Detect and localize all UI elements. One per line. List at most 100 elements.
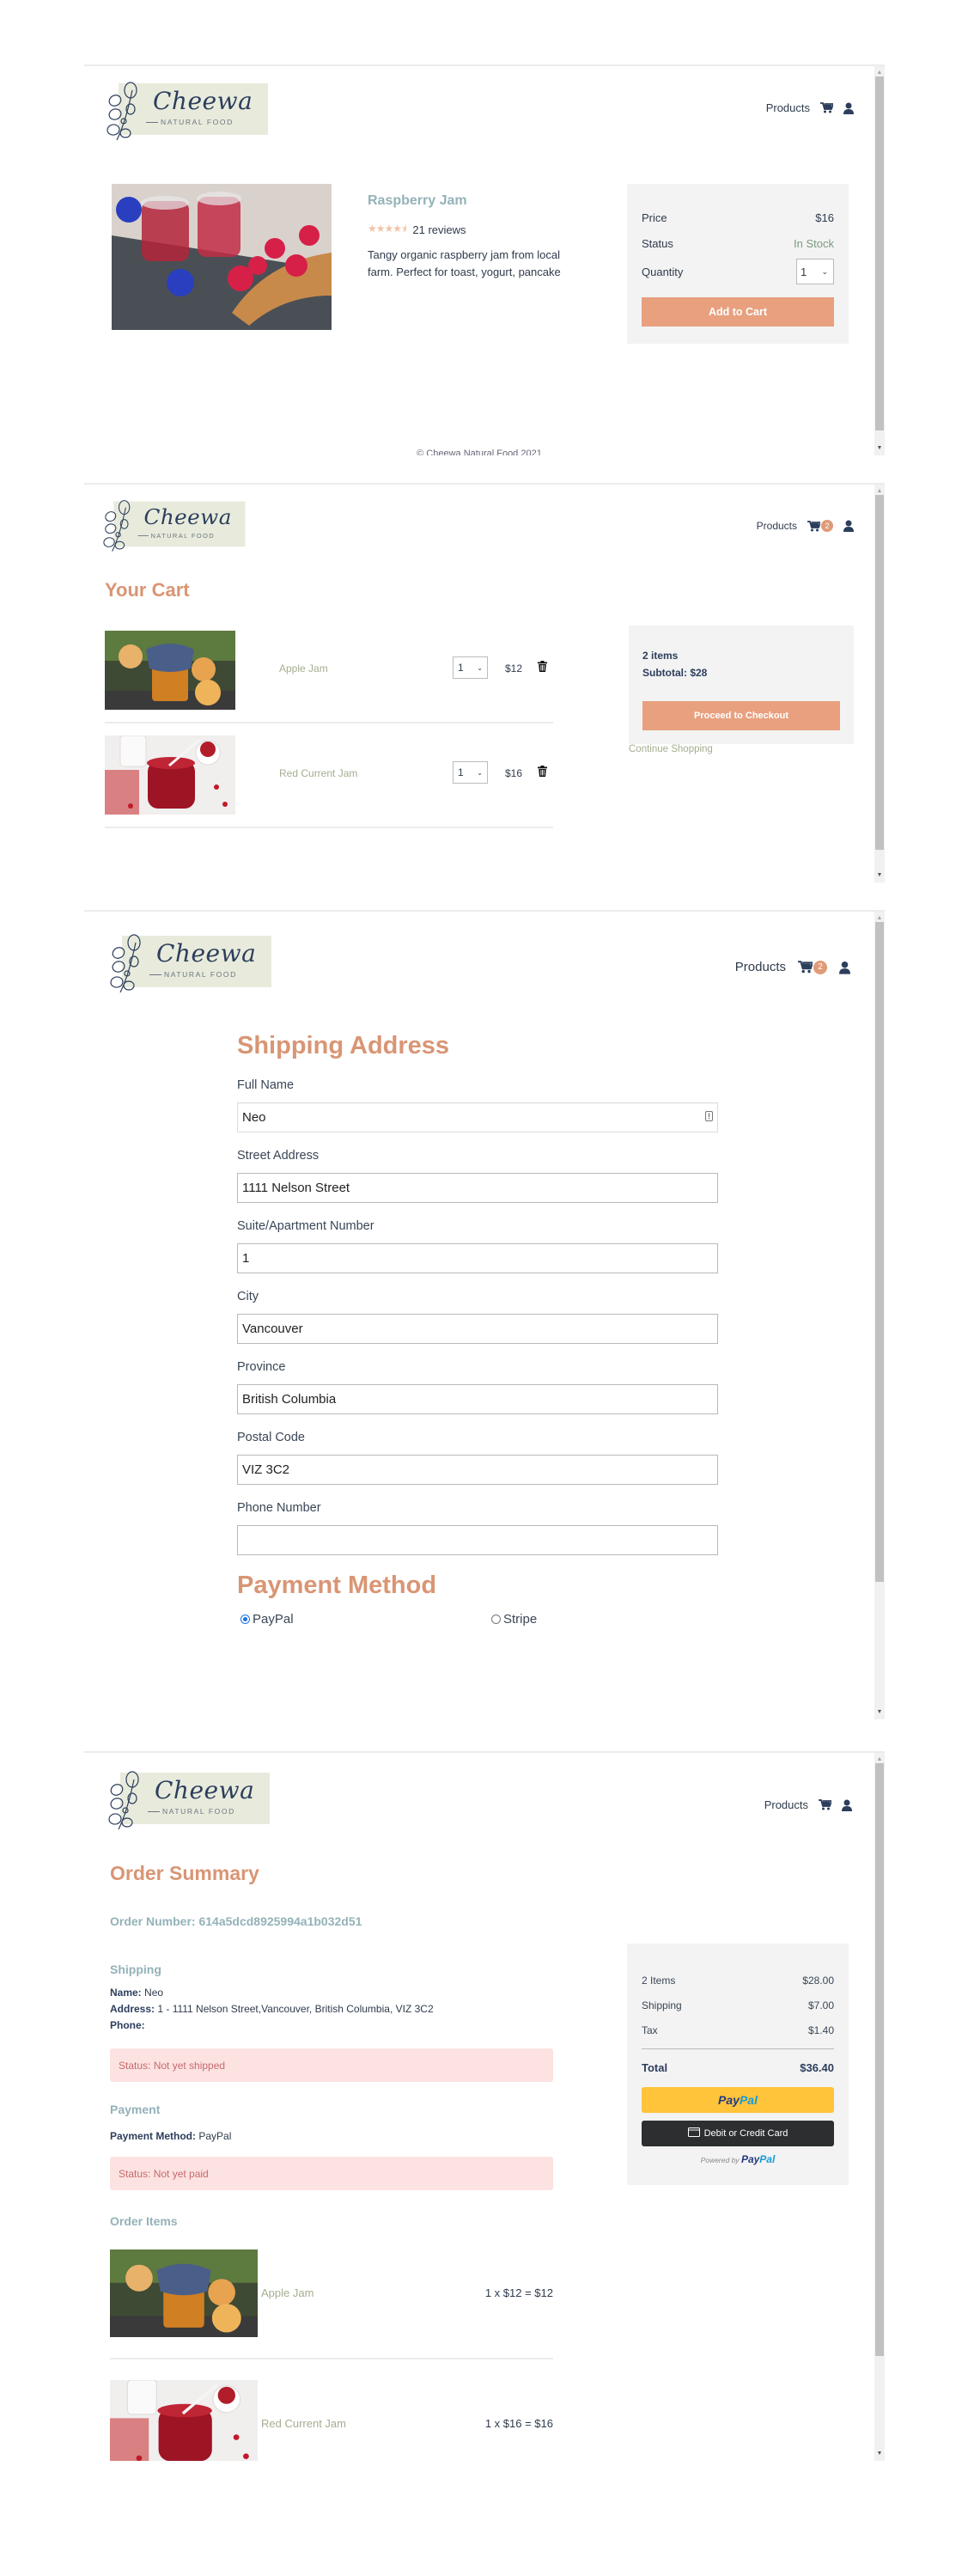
site-logo[interactable]: Cheewa NATURAL FOOD [108, 1769, 271, 1833]
nav-products-link[interactable]: Products [757, 520, 797, 532]
cart-item-price: $12 [505, 662, 523, 675]
order-item: Red Current Jam 1 x $16 = $16 [110, 2370, 553, 2461]
cart-icon[interactable]: 2 [807, 520, 833, 532]
continue-shopping-link[interactable]: Continue Shopping [629, 744, 713, 754]
province-value: British Columbia [242, 1392, 337, 1407]
scroll-down-arrow-icon[interactable]: ▼ [874, 1707, 885, 1718]
tax-value: $1.40 [807, 2024, 834, 2036]
site-logo[interactable]: Cheewa NATURAL FOOD [110, 932, 273, 996]
full-name-value: Neo [242, 1110, 266, 1125]
street-address-value: 1111 Nelson Street [242, 1181, 350, 1195]
product-rating: ★★★★⯨ 21 reviews [368, 221, 582, 239]
stripe-radio[interactable]: Stripe [491, 1612, 537, 1627]
cart-item: Red Current Jam 1 ⌄ $16 [105, 723, 553, 828]
shipping-cost-value: $7.00 [807, 1999, 834, 2011]
quantity-select[interactable]: 1 ⌄ [796, 259, 834, 284]
product-title: Raspberry Jam [368, 193, 467, 208]
brand-tagline: NATURAL FOOD [137, 532, 215, 540]
cart-summary-box: 2 items Subtotal: $28 Proceed to Checkou… [629, 626, 854, 744]
street-address-input[interactable]: 1111 Nelson Street [237, 1173, 718, 1203]
credit-card-icon [687, 2127, 700, 2140]
scrollbar-thumb[interactable] [875, 1763, 884, 2356]
scrollbar-thumb[interactable] [875, 495, 884, 850]
powered-by-paypal: Powered by PayPal [642, 2153, 834, 2165]
autofill-contact-icon[interactable] [705, 1110, 713, 1125]
scrollbar[interactable]: ▲ ▼ [874, 1753, 885, 2461]
scrollbar-thumb[interactable] [875, 922, 884, 1582]
user-icon[interactable] [843, 102, 854, 114]
full-name-input[interactable]: Neo [237, 1102, 718, 1132]
cart-icon[interactable]: 2 [798, 960, 827, 974]
address-value: 1 - 1111 Nelson Street,Vancouver, Britis… [157, 2003, 434, 2015]
top-nav: Products [766, 101, 854, 114]
user-icon[interactable] [842, 1799, 852, 1811]
product-image-apple-jam [105, 631, 235, 710]
payment-method-title: Payment Method [237, 1572, 437, 1599]
province-input[interactable]: British Columbia [237, 1384, 718, 1414]
postal-code-input[interactable]: VIZ 3C2 [237, 1455, 718, 1485]
brand-name: Cheewa [153, 87, 253, 115]
trash-icon[interactable] [538, 766, 547, 781]
payment-heading: Payment [110, 2103, 161, 2116]
paypal-logo-pay: Pay [740, 2153, 760, 2165]
payment-details: Payment Method: PayPal [110, 2128, 553, 2145]
nav-products-link[interactable]: Products [766, 101, 810, 114]
phone-number-input[interactable] [237, 1525, 718, 1555]
user-icon[interactable] [839, 961, 850, 974]
paypal-label: PayPal [253, 1612, 294, 1627]
suite-input[interactable]: 1 [237, 1243, 718, 1273]
paypal-logo-pal: Pal [739, 2093, 758, 2107]
cart-count-badge: 2 [813, 960, 827, 974]
scrollbar[interactable]: ▲ ▼ [874, 66, 885, 455]
brand-tagline: NATURAL FOOD [148, 1807, 235, 1816]
scroll-down-arrow-icon[interactable]: ▼ [874, 2449, 885, 2459]
product-image-raspberry-jam [112, 184, 332, 330]
order-item-name[interactable]: Apple Jam [261, 2286, 314, 2299]
site-logo[interactable]: Cheewa NATURAL FOOD [107, 80, 270, 143]
cart-item-name[interactable]: Apple Jam [279, 662, 328, 675]
order-item-calc: 1 x $16 = $16 [484, 2417, 553, 2430]
scroll-down-arrow-icon[interactable]: ▼ [874, 870, 885, 881]
rating-stars-icon: ★★★★⯨ [368, 223, 406, 235]
user-icon[interactable] [843, 520, 854, 532]
cart-item-quantity-select[interactable]: 1 ⌄ [453, 656, 488, 679]
shipping-status-alert: Status: Not yet shipped [110, 2048, 553, 2082]
chevron-down-icon: ⌄ [477, 663, 483, 672]
top-nav: Products 2 [757, 520, 854, 532]
scroll-down-arrow-icon[interactable]: ▼ [874, 443, 885, 454]
site-header: Cheewa NATURAL FOOD Products 2 [84, 485, 874, 579]
proceed-to-checkout-button[interactable]: Proceed to Checkout [642, 701, 840, 730]
cart-item: Apple Jam 1 ⌄ $12 [105, 619, 553, 723]
cart-subtotal: Subtotal: $28 [642, 667, 708, 679]
add-to-cart-button[interactable]: Add to Cart [642, 297, 834, 327]
full-name-label: Full Name [237, 1078, 295, 1092]
cart-icon[interactable] [819, 1799, 831, 1810]
paypal-button[interactable]: Pay Pal [642, 2087, 834, 2113]
cart-icon[interactable] [820, 102, 833, 113]
leaf-branch-icon [107, 82, 137, 141]
review-count[interactable]: 21 reviews [412, 223, 466, 236]
city-input[interactable]: Vancouver [237, 1314, 718, 1344]
purchase-box: Price $16 Status In Stock Quantity 1 ⌄ A… [627, 184, 849, 344]
cart-page-viewport: Cheewa NATURAL FOOD Products 2 Your Cart [84, 483, 885, 882]
scrollbar-thumb[interactable] [875, 76, 884, 430]
order-item-calc: 1 x $12 = $12 [484, 2286, 553, 2299]
leaf-branch-icon [110, 934, 141, 993]
cart-item-quantity-select[interactable]: 1 ⌄ [453, 761, 488, 784]
site-logo[interactable]: Cheewa NATURAL FOOD [103, 498, 247, 554]
paypal-radio[interactable]: PayPal [240, 1612, 294, 1627]
nav-products-link[interactable]: Products [735, 960, 786, 974]
payment-method-label: Payment Method: [110, 2130, 197, 2142]
province-label: Province [237, 1360, 286, 1374]
radio-unselected-icon [491, 1615, 501, 1624]
debit-credit-card-button[interactable]: Debit or Credit Card [642, 2121, 834, 2146]
nav-products-link[interactable]: Products [764, 1798, 808, 1811]
order-item-name[interactable]: Red Current Jam [261, 2417, 346, 2430]
trash-icon[interactable] [538, 661, 547, 676]
grand-total-row: Total $36.40 [642, 2052, 834, 2083]
scrollbar[interactable]: ▲ ▼ [874, 912, 885, 1719]
cart-item-name[interactable]: Red Current Jam [279, 767, 357, 779]
city-value: Vancouver [242, 1322, 303, 1336]
scrollbar[interactable]: ▲ ▼ [874, 485, 885, 882]
stock-status: In Stock [794, 236, 834, 250]
